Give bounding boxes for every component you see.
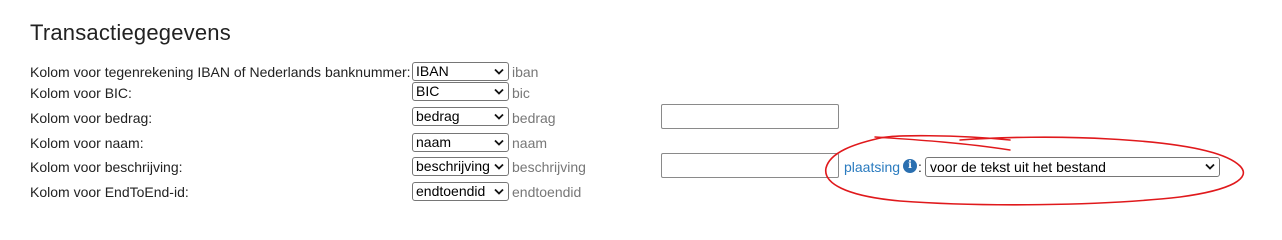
placement-colon: : — [918, 159, 922, 175]
form-row-iban: Kolom voor tegenrekening IBAN of Nederla… — [0, 61, 1282, 83]
select-value: bedrag — [416, 108, 460, 124]
row-label: Kolom voor naam: — [30, 135, 144, 151]
form-row-bedrag: Kolom voor bedrag: bedrag bedrag — [0, 104, 1282, 129]
chevron-down-icon — [1205, 163, 1215, 170]
chevron-down-icon — [494, 163, 504, 170]
row-hint: beschrijving — [512, 159, 586, 175]
iban-column-select[interactable]: IBAN — [412, 62, 509, 81]
row-label: Kolom voor tegenrekening IBAN of Nederla… — [30, 64, 411, 80]
beschrijving-input[interactable] — [661, 153, 839, 178]
naam-column-select[interactable]: naam — [412, 133, 509, 152]
row-hint: endtoendid — [512, 184, 582, 200]
row-hint: naam — [512, 135, 548, 151]
info-circle-icon[interactable]: i — [903, 159, 917, 173]
chevron-down-icon — [494, 188, 504, 195]
chevron-down-icon — [494, 68, 504, 75]
form-row-beschrijving: Kolom voor beschrijving: beschrijving be… — [0, 153, 1282, 178]
form-row-naam: Kolom voor naam: naam naam — [0, 132, 1282, 154]
select-value: naam — [416, 134, 452, 150]
placement-link[interactable]: plaatsing — [844, 159, 900, 175]
form-row-bic: Kolom voor BIC: BIC bic — [0, 82, 1282, 104]
select-value: BIC — [416, 83, 440, 99]
chevron-down-icon — [494, 113, 504, 120]
chevron-down-icon — [494, 88, 504, 95]
bedrag-column-select[interactable]: bedrag — [412, 107, 509, 126]
form-row-endtoend: Kolom voor EndToEnd-id: endtoendid endto… — [0, 181, 1282, 203]
row-hint: bic — [512, 85, 530, 101]
row-label: Kolom voor BIC: — [30, 85, 132, 101]
beschrijving-column-select[interactable]: beschrijving — [412, 157, 509, 176]
select-value: IBAN — [416, 63, 449, 79]
row-label: Kolom voor bedrag: — [30, 110, 153, 126]
select-value: beschrijving — [416, 158, 490, 174]
row-label: Kolom voor beschrijving: — [30, 159, 183, 175]
select-value: voor de tekst uit het bestand — [930, 159, 1106, 175]
chevron-down-icon — [494, 139, 504, 146]
bedrag-input[interactable] — [661, 104, 839, 129]
bic-column-select[interactable]: BIC — [412, 82, 509, 101]
row-hint: iban — [512, 64, 539, 80]
select-value: endtoendid — [416, 183, 486, 199]
row-hint: bedrag — [512, 110, 556, 126]
row-label: Kolom voor EndToEnd-id: — [30, 184, 189, 200]
endtoend-column-select[interactable]: endtoendid — [412, 182, 509, 201]
placement-select[interactable]: voor de tekst uit het bestand — [925, 157, 1220, 177]
page-title: Transactiegegevens — [30, 20, 231, 45]
